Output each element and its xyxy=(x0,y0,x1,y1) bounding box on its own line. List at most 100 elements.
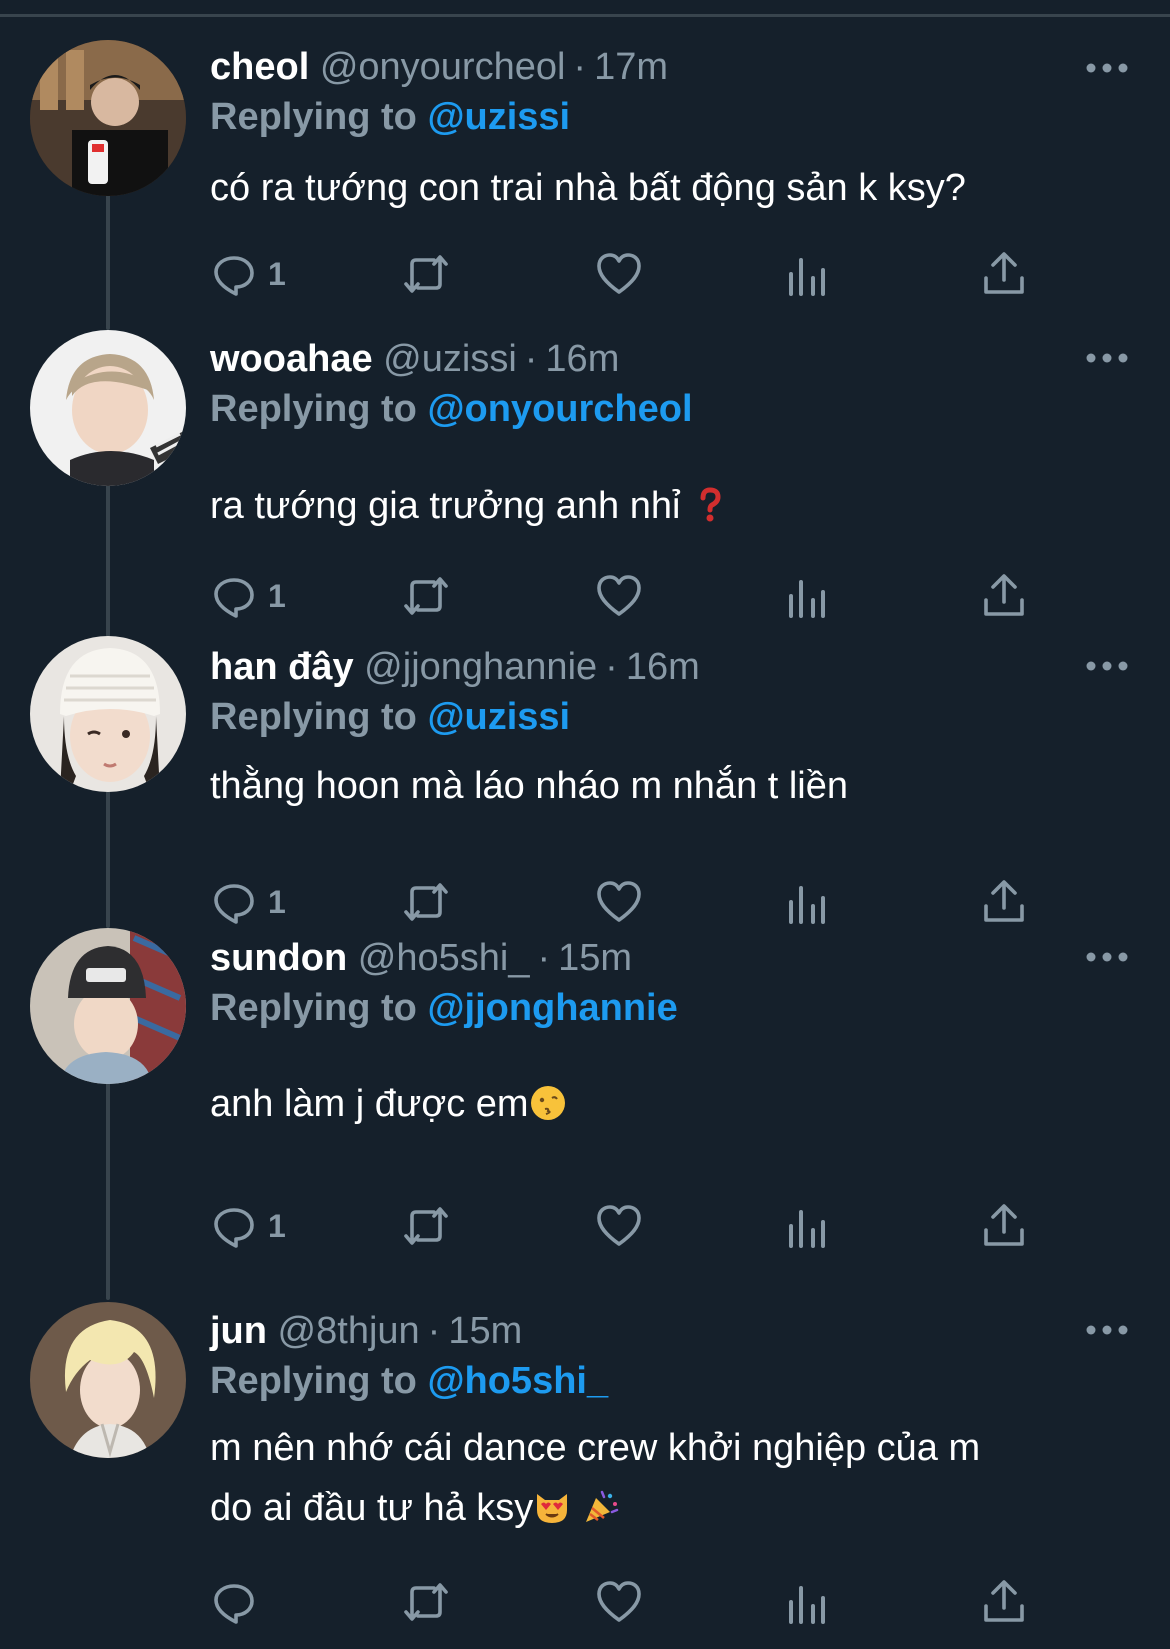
avatar[interactable] xyxy=(30,40,186,196)
tweet-header: jun @8thjun · 15m xyxy=(210,1306,522,1356)
replying-to: Replying to @jjonghannie xyxy=(210,983,678,1033)
action-bar: 1 xyxy=(210,1196,1090,1256)
retweet-button[interactable] xyxy=(400,566,452,626)
reply-count: 1 xyxy=(268,577,286,614)
separator-dot: · xyxy=(427,1310,441,1352)
replying-to-label: Replying to xyxy=(210,987,417,1029)
replying-to-label: Replying to xyxy=(210,96,417,138)
like-icon xyxy=(597,575,641,616)
tweet-text: anh làm j được em xyxy=(210,1074,1110,1134)
avatar[interactable] xyxy=(30,928,186,1084)
tweet-text: có ra tướng con trai nhà bất động sản k … xyxy=(210,167,966,209)
avatar[interactable] xyxy=(30,636,186,792)
reply-mention-link[interactable]: @ho5shi_ xyxy=(427,1360,608,1402)
avatar[interactable] xyxy=(30,330,186,486)
display-name[interactable]: sundon xyxy=(210,937,347,979)
views-icon xyxy=(789,1210,825,1248)
more-icon[interactable] xyxy=(1085,1318,1129,1342)
share-button[interactable] xyxy=(980,244,1028,304)
tweet-text-line: m nên nhớ cái dance crew khởi nghiệp của… xyxy=(210,1427,981,1469)
reply-icon xyxy=(214,256,254,296)
share-icon xyxy=(984,252,1024,294)
separator-dot: · xyxy=(573,46,587,88)
reply-button[interactable]: 1 xyxy=(210,872,286,932)
views-button[interactable] xyxy=(785,566,829,626)
separator-dot: · xyxy=(537,937,551,979)
thread-line xyxy=(106,190,110,330)
separator-dot: · xyxy=(605,646,618,688)
views-button[interactable] xyxy=(785,872,829,932)
like-button[interactable] xyxy=(595,1572,643,1632)
replying-to-label: Replying to xyxy=(210,696,417,738)
separator-dot: · xyxy=(524,338,538,380)
user-handle[interactable]: @jjonghannie xyxy=(364,646,597,688)
views-button[interactable] xyxy=(785,1196,829,1256)
user-handle[interactable]: @onyourcheol xyxy=(320,46,566,88)
share-icon xyxy=(984,880,1024,922)
replying-to: Replying to @uzissi xyxy=(210,692,570,742)
retweet-button[interactable] xyxy=(400,244,452,304)
share-button[interactable] xyxy=(980,566,1028,626)
more-icon[interactable] xyxy=(1085,654,1129,678)
share-button[interactable] xyxy=(980,1196,1028,1256)
retweet-button[interactable] xyxy=(400,1196,452,1256)
share-icon xyxy=(984,1204,1024,1246)
top-divider xyxy=(0,14,1170,17)
reply-count: 1 xyxy=(268,255,286,292)
timestamp[interactable]: 16m xyxy=(545,338,619,380)
views-icon xyxy=(789,258,825,296)
share-button[interactable] xyxy=(980,872,1028,932)
like-icon xyxy=(597,881,641,922)
views-button[interactable] xyxy=(785,1572,829,1632)
retweet-button[interactable] xyxy=(400,872,452,932)
like-icon xyxy=(597,253,641,294)
tweet-header: wooahae @uzissi · 16m xyxy=(210,334,619,384)
share-icon xyxy=(984,574,1024,616)
more-icon[interactable] xyxy=(1085,945,1129,969)
reply-button[interactable]: 1 xyxy=(210,244,286,304)
reply-icon xyxy=(214,1584,254,1624)
timestamp[interactable]: 15m xyxy=(558,937,632,979)
like-icon xyxy=(597,1205,641,1246)
tweet-text-line-2: do ai đầu tư hả ksy xyxy=(210,1478,1110,1538)
reply-icon xyxy=(214,578,254,618)
reply-mention-link[interactable]: @jjonghannie xyxy=(427,987,677,1029)
more-icon[interactable] xyxy=(1085,56,1129,80)
display-name[interactable]: wooahae xyxy=(210,338,373,380)
retweet-button[interactable] xyxy=(400,1572,452,1632)
like-button[interactable] xyxy=(595,1196,643,1256)
timestamp[interactable]: 15m xyxy=(448,1310,522,1352)
user-handle[interactable]: @uzissi xyxy=(383,338,517,380)
timestamp[interactable]: 16m xyxy=(626,646,700,688)
more-icon[interactable] xyxy=(1085,346,1129,370)
tweet-text-content: anh làm j được em xyxy=(210,1083,529,1125)
red-question-mark-icon xyxy=(700,487,721,522)
thread-line xyxy=(106,790,110,928)
reply-mention-link[interactable]: @uzissi xyxy=(427,96,570,138)
reply-mention-link[interactable]: @uzissi xyxy=(427,696,570,738)
like-button[interactable] xyxy=(595,872,643,932)
views-icon xyxy=(789,580,825,618)
like-button[interactable] xyxy=(595,244,643,304)
heart-eyes-cat-icon xyxy=(537,1494,568,1523)
tweet-text: m nên nhớ cái dance crew khởi nghiệp của… xyxy=(210,1418,1110,1538)
display-name[interactable]: jun xyxy=(210,1310,267,1352)
reply-button[interactable]: 1 xyxy=(210,566,286,626)
avatar[interactable] xyxy=(30,1302,186,1458)
replying-to: Replying to @uzissi xyxy=(210,92,570,142)
reply-button[interactable]: 1 xyxy=(210,1196,286,1256)
display-name[interactable]: cheol xyxy=(210,46,309,88)
reply-button[interactable] xyxy=(210,1572,268,1632)
like-button[interactable] xyxy=(595,566,643,626)
user-handle[interactable]: @8thjun xyxy=(278,1310,420,1352)
tweet-text: ra tướng gia trưởng anh nhỉ xyxy=(210,476,1110,536)
views-button[interactable] xyxy=(785,244,829,304)
tweet-text-content: ra tướng gia trưởng anh nhỉ xyxy=(210,485,681,527)
display-name[interactable]: han đây xyxy=(210,646,354,688)
share-button[interactable] xyxy=(980,1572,1028,1632)
timestamp[interactable]: 17m xyxy=(594,46,668,88)
reply-mention-link[interactable]: @onyourcheol xyxy=(427,388,692,430)
action-bar: 1 xyxy=(210,872,1090,932)
user-handle[interactable]: @ho5shi_ xyxy=(358,937,530,979)
replying-to: Replying to @ho5shi_ xyxy=(210,1356,608,1406)
